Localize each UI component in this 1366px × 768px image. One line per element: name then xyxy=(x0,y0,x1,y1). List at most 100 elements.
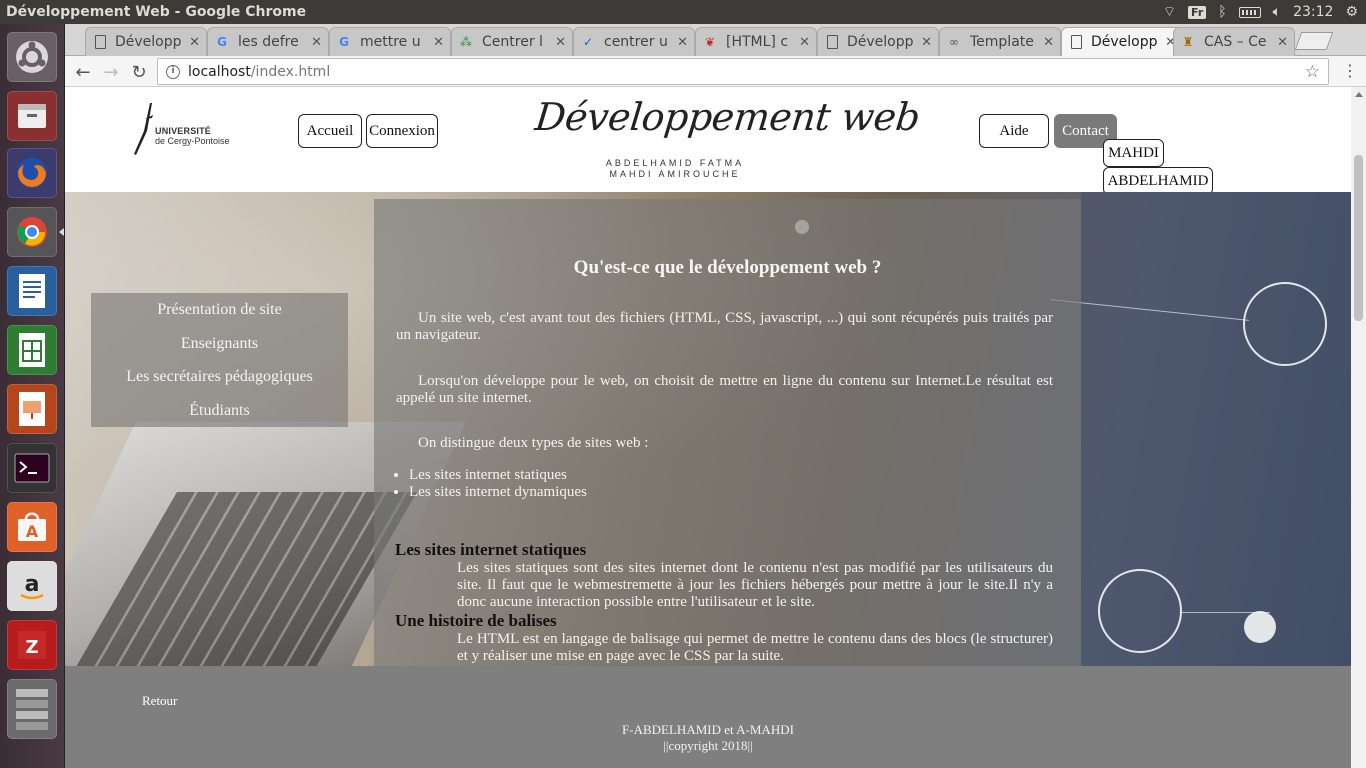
address-bar[interactable]: i localhost /index.html ☆ xyxy=(157,58,1329,85)
active-window-indicator xyxy=(59,228,64,236)
browser-tab[interactable]: ❦ [HTML] c ✕ xyxy=(695,27,817,56)
forward-arrow-icon[interactable]: → xyxy=(99,60,123,84)
chrome-menu-icon[interactable]: ⋮ xyxy=(1342,61,1358,80)
tab-title: Développ xyxy=(1091,34,1158,50)
user-button-abdelhamid[interactable]: ABDELHAMID xyxy=(1103,167,1213,195)
dots-icon: ⁂ xyxy=(460,35,472,49)
close-icon[interactable]: ✕ xyxy=(311,35,322,50)
browser-tab[interactable]: G les defre ✕ xyxy=(207,27,329,56)
mask-icon: ∞ xyxy=(949,35,959,49)
libreoffice-writer-icon[interactable] xyxy=(7,266,57,316)
browser-tab-active[interactable]: Développ ✕ xyxy=(1061,27,1183,56)
back-link[interactable]: Retour xyxy=(142,693,177,709)
info-icon[interactable]: i xyxy=(166,64,180,79)
site-header: UNIVERSITÉ de Cergy-Pontoise Accueil Con… xyxy=(65,87,1351,195)
back-arrow-icon[interactable]: ← xyxy=(71,60,95,84)
castle-icon: ♜ xyxy=(1182,35,1194,49)
decorative-circle xyxy=(1098,569,1182,653)
paragraph-tags: Le HTML est en langage de balisage qui p… xyxy=(457,631,1053,664)
home-button[interactable]: Accueil xyxy=(298,114,362,148)
tab-title: mettre u xyxy=(360,34,421,50)
side-menu-item-secretaries[interactable]: Les secrétaires pédagogiques xyxy=(91,364,348,398)
close-icon[interactable]: ✕ xyxy=(1043,35,1054,50)
decorative-dot xyxy=(1244,611,1276,643)
login-button[interactable]: Connexion xyxy=(366,114,438,148)
close-icon[interactable]: ✕ xyxy=(799,35,810,50)
scroll-up-arrow-icon[interactable] xyxy=(1355,92,1363,97)
tab-title: CAS – Ce xyxy=(1204,34,1267,50)
close-icon[interactable]: ✕ xyxy=(555,35,566,50)
content-heading: Qu'est-ce que le développement web ? xyxy=(573,257,882,278)
svg-text:Z: Z xyxy=(25,637,38,658)
wifi-icon[interactable]: ⌔ xyxy=(1163,3,1176,21)
workspace-switcher-icon[interactable] xyxy=(7,679,57,739)
author-line: MAHDI AMIROUCHE xyxy=(609,169,741,179)
tab-title: Template xyxy=(970,34,1034,50)
paragraph-static: Les sites statiques sont des sites inter… xyxy=(457,560,1053,610)
check-icon: ✓ xyxy=(582,35,594,49)
side-menu-item-teachers[interactable]: Enseignants xyxy=(91,331,348,365)
side-menu-item-presentation[interactable]: Présentation de site xyxy=(91,297,348,331)
address-path: /index.html xyxy=(250,63,331,80)
libreoffice-calc-icon[interactable] xyxy=(7,325,57,375)
scrollbar-thumb[interactable] xyxy=(1354,155,1363,321)
window-title: Développement Web - Google Chrome xyxy=(6,4,307,20)
browser-tab[interactable]: G mettre u ✕ xyxy=(329,27,451,56)
amazon-icon[interactable]: a xyxy=(7,561,57,611)
user-button-mahdi[interactable]: MAHDI xyxy=(1103,139,1164,167)
browser-tab-strip: Développ ✕ G les defre ✕ G mettre u ✕ ⁂ … xyxy=(65,24,1366,56)
gear-icon[interactable]: ⚙ xyxy=(1345,4,1358,20)
browser-tab[interactable]: ∞ Template ✕ xyxy=(939,27,1061,56)
keyboard-layout-indicator[interactable]: Fr xyxy=(1188,5,1207,19)
hero-section: Présentation de site Enseignants Les sec… xyxy=(65,192,1351,666)
document-icon xyxy=(1071,35,1082,49)
address-host: localhost xyxy=(188,63,251,80)
university-logo[interactable]: UNIVERSITÉ de Cergy-Pontoise xyxy=(133,101,243,157)
google-icon: G xyxy=(217,35,227,49)
copyright-line: ||copyright 2018|| xyxy=(663,738,753,753)
reload-icon[interactable]: ↻ xyxy=(127,60,151,84)
tab-title: centrer u xyxy=(604,34,668,50)
browser-tab[interactable]: ✓ centrer u ✕ xyxy=(573,27,695,56)
close-icon[interactable]: ✕ xyxy=(677,35,688,50)
close-icon[interactable]: ✕ xyxy=(189,35,200,50)
chrome-icon[interactable] xyxy=(7,207,57,257)
new-tab-button[interactable] xyxy=(1294,32,1334,50)
battery-icon[interactable] xyxy=(1238,6,1261,18)
browser-tab[interactable]: ⁂ Centrer l ✕ xyxy=(451,27,573,56)
close-icon[interactable]: ✕ xyxy=(433,35,444,50)
site-types-list: Les sites internet statiques Les sites i… xyxy=(409,467,587,501)
files-icon[interactable] xyxy=(7,91,57,141)
decorative-line xyxy=(1180,612,1270,613)
site-authors: ABDELHAMID FATMA MAHDI AMIROUCHE xyxy=(595,158,755,180)
clock[interactable]: 23:12 xyxy=(1293,4,1333,20)
system-top-panel: Développement Web - Google Chrome ⌔ Fr ᛒ… xyxy=(0,0,1366,24)
filezilla-icon[interactable]: Z xyxy=(7,620,57,670)
software-center-icon[interactable]: A xyxy=(7,502,57,552)
logo-line-1: UNIVERSITÉ xyxy=(155,126,212,136)
libreoffice-impress-icon[interactable] xyxy=(7,384,57,434)
page-scrollbar[interactable] xyxy=(1351,87,1366,768)
firefox-icon[interactable] xyxy=(7,148,57,198)
paragraph-intro: Un site web, c'est avant tout des fichie… xyxy=(396,310,1053,343)
main-content: Qu'est-ce que le développement web ? Un … xyxy=(374,199,1081,666)
browser-tab[interactable]: ♜ CAS – Ce ✕ xyxy=(1173,27,1295,56)
bookmark-star-icon[interactable]: ☆ xyxy=(1305,62,1320,82)
close-icon[interactable]: ✕ xyxy=(921,35,932,50)
ubuntu-dash-icon[interactable] xyxy=(7,32,57,82)
bluetooth-icon[interactable]: ᛒ xyxy=(1218,4,1226,20)
browser-tab[interactable]: Développ ✕ xyxy=(85,27,207,56)
terminal-icon[interactable] xyxy=(7,443,57,493)
help-button[interactable]: Aide xyxy=(979,114,1049,148)
close-icon[interactable]: ✕ xyxy=(1277,35,1288,50)
unity-launcher: A a Z xyxy=(0,24,65,768)
section-heading-tags: Une histoire de balises xyxy=(395,611,557,630)
list-item: Les sites internet dynamiques xyxy=(409,484,587,501)
browser-tab[interactable]: Développ ✕ xyxy=(817,27,939,56)
side-menu: Présentation de site Enseignants Les sec… xyxy=(91,293,348,427)
credits-line: F-ABDELHAMID et A-MAHDI xyxy=(622,722,794,737)
tab-title: Développ xyxy=(115,34,182,50)
side-menu-item-students[interactable]: Étudiants xyxy=(91,398,348,432)
volume-icon[interactable]: 🔈︎ xyxy=(1273,4,1281,20)
page-viewport: UNIVERSITÉ de Cergy-Pontoise Accueil Con… xyxy=(65,87,1351,768)
